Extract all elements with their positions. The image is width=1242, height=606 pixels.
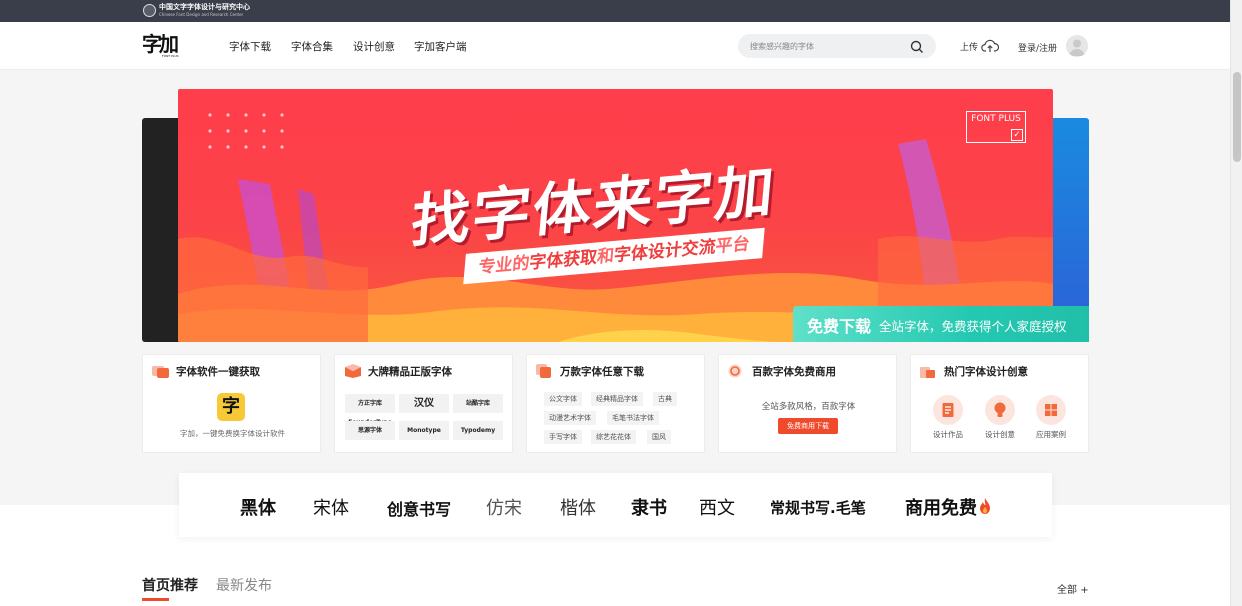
design-works-icon[interactable] bbox=[933, 395, 963, 425]
design-ideas-icon[interactable] bbox=[985, 395, 1015, 425]
tag-item[interactable]: 综艺花花体 bbox=[591, 430, 636, 444]
all-filter-button[interactable]: 全部 + bbox=[1057, 581, 1089, 596]
category-bar: 黑体 宋体 创意书写 仿宋 楷体 隶书 西文 常规书写.毛笔 商用免费 bbox=[179, 473, 1052, 537]
brand-logo-monotype[interactable]: Monotype bbox=[399, 421, 449, 440]
login-register-link[interactable]: 登录/注册 bbox=[1018, 41, 1057, 54]
card-hot-design[interactable]: 热门字体设计创意 设计作品 设计创意 应用案例 bbox=[910, 354, 1089, 453]
search-box bbox=[738, 34, 936, 58]
scrollbar-thumb[interactable] bbox=[1233, 72, 1241, 162]
org-name: 中国文字字体设计与研究中心 bbox=[159, 3, 250, 11]
search-icon[interactable] bbox=[910, 39, 924, 58]
card-title: 百款字体免费商用 bbox=[752, 366, 836, 378]
site-logo[interactable]: 字加 FONT PLUS bbox=[142, 34, 186, 58]
seal-icon bbox=[143, 4, 156, 17]
category-kaiti[interactable]: 楷体 bbox=[560, 494, 596, 520]
sub-part-2: 字体获取 bbox=[528, 247, 598, 274]
cloud-upload-icon[interactable] bbox=[981, 38, 1000, 57]
category-xiwen[interactable]: 西文 bbox=[699, 494, 735, 520]
tag-item[interactable]: 手写字体 bbox=[544, 430, 582, 444]
upload-link[interactable]: 上传 bbox=[960, 40, 978, 53]
org-name-en: Chinese Font Design and Research Center bbox=[159, 12, 244, 17]
card-desc: 全站多款风格，百款字体 bbox=[761, 402, 856, 412]
active-tab-indicator bbox=[142, 598, 169, 601]
top-bar: 中国文字字体设计与研究中心 Chinese Font Design and Re… bbox=[0, 0, 1230, 22]
card-brand-fonts[interactable]: 大牌精品正版字体 方正字库 FounderType 汉仪 站酷字库 思源字体 M… bbox=[334, 354, 513, 453]
tab-latest[interactable]: 最新发布 bbox=[216, 575, 272, 595]
card-font-downloads[interactable]: 万款字体任意下载 公文字体 经典精品字体 古典 动漫艺术字体 毛笔书法字体 手写… bbox=[526, 354, 705, 453]
tag-item[interactable]: 经典精品字体 bbox=[591, 392, 643, 406]
app-glyph: 字 bbox=[222, 396, 240, 417]
plus-icon: + bbox=[1080, 585, 1089, 596]
category-handwriting[interactable]: 常规书写.毛笔 bbox=[770, 497, 866, 518]
nav-client[interactable]: 字加客户端 bbox=[414, 39, 467, 54]
category-creative[interactable]: 创意书写 bbox=[387, 496, 451, 520]
nav-font-collection[interactable]: 字体合集 bbox=[291, 39, 333, 54]
tab-recommend[interactable]: 首页推荐 bbox=[142, 575, 198, 595]
sub-part-5: 平台 bbox=[714, 234, 751, 258]
card-font-software[interactable]: 字体软件一键获取 字 字加，一键免费换字体设计软件 bbox=[142, 354, 321, 453]
hot-design-icon bbox=[920, 363, 936, 378]
brand-logo-founder[interactable]: 方正字库 FounderType bbox=[345, 394, 395, 426]
category-heiti[interactable]: 黑体 bbox=[240, 494, 276, 520]
font-software-icon bbox=[152, 363, 169, 378]
brand-logo-zcool[interactable]: 站酷字库 bbox=[453, 394, 503, 413]
flame-icon bbox=[979, 497, 991, 519]
tag-item[interactable]: 动漫艺术字体 bbox=[544, 411, 596, 425]
banner-slide[interactable]: 找字体来字加 专业的字体获取和字体设计交流平台 FONT PLUS ✓ bbox=[178, 89, 1053, 342]
brand-logo-typodemy[interactable]: Typodemy bbox=[453, 421, 503, 440]
tag-item[interactable]: 国风 bbox=[647, 430, 671, 444]
sub-part-1: 专业的 bbox=[477, 253, 531, 278]
use-cases-icon[interactable] bbox=[1036, 395, 1066, 425]
tag-item[interactable]: 古典 bbox=[653, 392, 677, 406]
download-font-icon bbox=[536, 363, 552, 378]
card-free-commercial[interactable]: 百款字体免费商用 全站多款风格，百款字体 免费商用下载 bbox=[718, 354, 897, 453]
card-desc: 字加，一键免费换字体设计软件 bbox=[180, 429, 285, 438]
use-cases-label[interactable]: 应用案例 bbox=[1026, 429, 1076, 440]
category-lishu[interactable]: 隶书 bbox=[631, 494, 667, 520]
design-ideas-label[interactable]: 设计创意 bbox=[975, 429, 1025, 440]
free-commercial-download-button[interactable]: 免费商用下载 bbox=[778, 418, 838, 434]
all-label: 全部 bbox=[1057, 585, 1077, 596]
free-download-bar[interactable]: 免费下载 全站字体，免费获得个人家庭授权 bbox=[793, 306, 1089, 342]
logo-text: 字加 bbox=[142, 32, 179, 56]
tag-item[interactable]: 毛笔书法字体 bbox=[607, 411, 659, 425]
brand-logo-hanyi[interactable]: 汉仪 bbox=[399, 394, 449, 413]
free-download-label: 免费下载 bbox=[807, 317, 872, 336]
category-fangsong[interactable]: 仿宋 bbox=[486, 494, 522, 520]
category-songti[interactable]: 宋体 bbox=[313, 494, 349, 520]
sub-part-3: 和 bbox=[596, 245, 615, 268]
header: 字加 FONT PLUS 字体下载 字体合集 设计创意 字加客户端 上传 登录/… bbox=[0, 22, 1230, 70]
checkmark-icon: ✓ bbox=[1011, 129, 1023, 141]
design-works-label[interactable]: 设计作品 bbox=[923, 429, 973, 440]
card-title: 字体软件一键获取 bbox=[176, 366, 260, 378]
free-download-desc: 全站字体，免费获得个人家庭授权 bbox=[879, 319, 1067, 334]
page-scrollbar[interactable] bbox=[1230, 0, 1242, 606]
nav-design-ideas[interactable]: 设计创意 bbox=[353, 39, 395, 54]
category-free-commercial[interactable]: 商用免费 bbox=[905, 494, 977, 520]
search-input[interactable] bbox=[750, 39, 900, 53]
logo-sub: FONT PLUS bbox=[162, 54, 179, 58]
banner-carousel[interactable]: 找字体来字加 专业的字体获取和字体设计交流平台 FONT PLUS ✓ 免费下载… bbox=[142, 88, 1089, 342]
app-icon: 字 bbox=[217, 393, 245, 421]
card-title: 热门字体设计创意 bbox=[944, 366, 1028, 378]
prev-slide-peek[interactable] bbox=[142, 118, 182, 342]
free-commercial-icon bbox=[728, 363, 744, 378]
brand-font-icon bbox=[344, 363, 361, 378]
nav-font-download[interactable]: 字体下载 bbox=[229, 39, 271, 54]
card-title: 大牌精品正版字体 bbox=[368, 366, 452, 378]
avatar[interactable] bbox=[1066, 35, 1088, 57]
card-title: 万款字体任意下载 bbox=[560, 366, 644, 378]
brand-logo-siyuan[interactable]: 思源字体 bbox=[345, 421, 395, 440]
tag-item[interactable]: 公文字体 bbox=[544, 392, 582, 406]
sub-part-4: 字体设计交流 bbox=[613, 236, 717, 267]
font-plus-text: FONT PLUS bbox=[971, 114, 1021, 124]
font-plus-badge: FONT PLUS ✓ bbox=[966, 111, 1026, 143]
